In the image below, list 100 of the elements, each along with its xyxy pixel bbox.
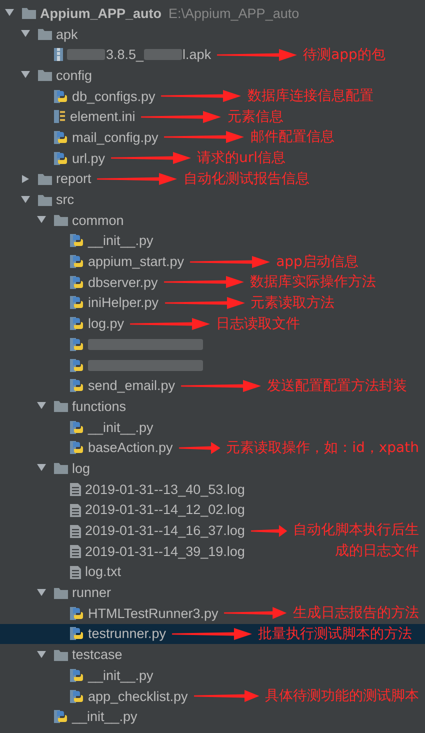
file-name: send_email.py [88,378,176,394]
python-file-icon [70,440,84,456]
file-name: 2019-01-31--13_40_53.log [85,482,245,497]
file-name: log.py [88,316,124,332]
tree-row[interactable]: config [0,65,425,86]
file-name: testrunner.py [88,626,166,642]
file-name: __init__.py [72,709,138,724]
file-name: baseAction.py [88,440,173,456]
tree-row[interactable]: 2019-01-31--14_16_37.log 自动化脚本执行后生 [0,520,425,541]
file-name: log.txt [85,564,122,580]
annotation-text: 邮件配置信息 [250,128,334,147]
tree-row[interactable]: log.txt [0,562,425,582]
python-file-icon [54,709,68,724]
tree-row[interactable]: apk [0,24,425,44]
tree-row[interactable]: url.py 请求的url信息 [0,148,425,168]
tree-row[interactable]: send_email.py 发送配置配置方法封装 [0,375,425,396]
folder-icon [54,400,68,412]
tree-row[interactable]: app_checklist.py 具体待测功能的测试脚本 [0,686,425,706]
file-name: 2019-01-31--14_39_19.log [85,544,245,559]
folder-icon [54,648,68,661]
folder-name: apk [56,26,78,42]
tree-row[interactable]: __init__.py [0,706,425,728]
tree-row[interactable]: element.ini 元素信息 [0,106,425,128]
tree-row[interactable]: testcase [0,644,425,665]
annotation-arrow [194,690,259,702]
python-file-icon [70,420,84,435]
folder-name: log [72,460,90,476]
tree-row[interactable]: dbserver.py 数据库实际操作方法 [0,272,425,293]
annotation-text: 数据库连接信息配置 [247,87,374,106]
annotation-text: 请求的url信息 [197,149,286,168]
annotation-text: 发送配置配置方法封装 [267,376,408,395]
tree-row[interactable]: 2019-01-31--13_40_53.log [0,478,425,500]
annotation-text: 元素读取方法 [250,294,335,312]
python-file-icon [70,358,84,373]
folder-icon [38,194,52,206]
tree-row[interactable]: appium_start.py app启动信息 [0,251,425,272]
tree-row[interactable]: testrunner.py 批量执行测试脚本的方法 [0,624,425,644]
archive-file-icon [54,47,63,62]
project-path: E:\Appium_APP_auto [168,6,300,21]
annotation-arrow [250,524,287,537]
python-file-icon [70,254,84,270]
tree-row[interactable]: report 自动化测试报告信息 [0,168,425,190]
annotation-text: 日志读取文件 [216,314,300,333]
tree-row[interactable]: 2019-01-31--14_39_19.log 成的日志文件 [0,540,425,562]
python-file-icon [70,336,84,352]
file-name: appium_start.py [88,254,184,270]
settings-file-icon [54,109,66,124]
file-name: HTMLTestRunner3.py [88,606,218,621]
tree-row[interactable]: db_configs.py 数据库连接信息配置 [0,86,425,106]
annotation-text: 自动化脚本执行后生 [293,521,419,540]
file-name: __init__.py [88,420,154,435]
blurred-text [67,49,105,60]
tree-row[interactable]: functions [0,396,425,417]
tree-row[interactable]: __init__.py [0,230,425,252]
folder-icon [38,28,52,40]
file-name: 3.8.5_ [106,47,144,62]
annotation-text: 元素信息 [227,108,284,126]
file-name: __init__.py [88,668,154,683]
file-name: element.ini [70,109,136,124]
text-file-icon [70,524,81,538]
python-file-icon [70,378,84,394]
annotation-text: 数据库实际操作方法 [250,273,376,292]
tree-row[interactable]: common [0,210,425,231]
folder-name: Appium_APP_auto [40,6,162,21]
file-name: mail_config.py [72,130,158,145]
folder-name: src [56,192,74,208]
folder-name: common [72,212,124,228]
tree-row[interactable]: runner [0,582,425,603]
folder-name: functions [72,398,126,414]
file-name: app_checklist.py [88,688,188,704]
file-name: 2019-01-31--14_16_37.log [85,523,245,538]
tree-row[interactable]: log.py 日志读取文件 [0,313,425,334]
folder-name: runner [72,585,112,600]
python-file-icon [70,274,84,290]
text-file-icon [70,502,81,517]
annotation-arrow [224,607,287,620]
tree-row[interactable]: Appium_APP_auto E:\Appium_APP_auto [0,3,425,24]
python-file-icon [54,130,68,145]
file-name: dbserver.py [88,274,158,290]
tree-row[interactable]: __init__.py [0,416,425,438]
file-name: 2019-01-31--14_12_02.log [85,502,245,518]
tree-row[interactable]: log [0,458,425,479]
tree-row[interactable]: baseAction.py 元素读取操作，如：id，xpath [0,437,425,458]
tree-row[interactable]: mail_config.py 邮件配置信息 [0,127,425,148]
annotation-text: 批量执行测试脚本的方法 [258,624,412,644]
tree-row[interactable]: 3.8.5_ l.apk 待测app的包 [0,44,425,66]
python-file-icon [70,626,84,642]
annotation-text: 待测app的包 [303,46,386,64]
file-name: iniHelper.py [88,295,159,310]
tree-row[interactable]: src [0,189,425,210]
annotation-text: 元素读取操作，如：id，xpath [226,438,419,457]
folder-name: report [56,171,92,186]
annotation-arrow [178,442,220,454]
file-name: l.apk [182,47,212,62]
tree-row[interactable]: iniHelper.py 元素读取方法 [0,292,425,314]
tree-row[interactable]: HTMLTestRunner3.py 生成日志报告的方法 [0,602,425,624]
tree-row[interactable]: __init__.py [0,665,425,686]
annotation-text: 具体待测功能的测试脚本 [265,686,419,706]
tree-row[interactable]: 2019-01-31--14_12_02.log [0,500,425,520]
python-file-icon [70,233,84,248]
